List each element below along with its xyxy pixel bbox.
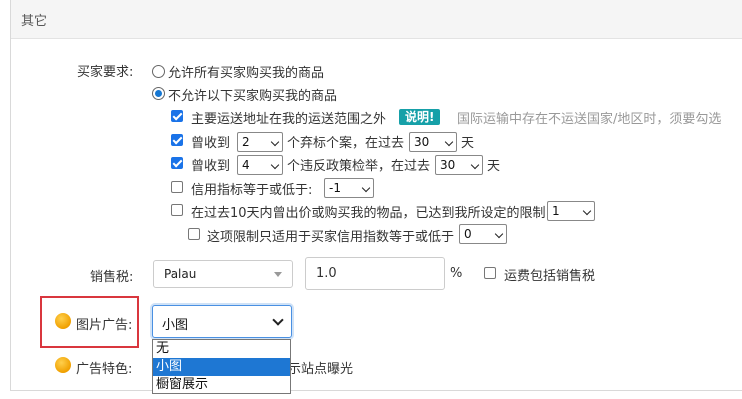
checkbox-policy-violations[interactable] — [171, 157, 183, 169]
sales-tax-label: 销售税: — [90, 270, 134, 285]
unpaid-strikes-mid: 个弃标个案，在过去 — [287, 136, 405, 151]
policy-violations-count-select[interactable]: 4 — [237, 155, 283, 175]
checkbox-credit-score[interactable] — [171, 181, 183, 193]
explain-text: 国际运输中存在不运送国家/地区时，须要勾选 — [457, 112, 722, 127]
unpaid-strikes-count-select[interactable]: 2 — [237, 132, 283, 152]
dropdown-option-small[interactable]: 小图 — [153, 358, 290, 376]
policy-violations-mid: 个违反政策检举，在过去 — [287, 159, 431, 174]
chevron-down-icon — [582, 206, 592, 216]
percent-sign: % — [450, 266, 463, 281]
chevron-down-icon — [270, 160, 280, 170]
ad-feature-label: 广告特色: — [76, 362, 133, 377]
chevron-down-icon — [494, 229, 504, 239]
picture-ad-label: 图片广告: — [76, 318, 133, 333]
caret-down-icon — [274, 272, 282, 277]
chevron-down-icon — [470, 160, 480, 170]
chevron-down-icon — [270, 137, 280, 147]
sales-tax-rate-value: 1.0 — [316, 266, 337, 281]
shipping-outside-label: 主要运送地址在我的运送范围之外 — [191, 112, 387, 127]
sales-tax-rate-input[interactable]: 1.0 — [305, 257, 445, 290]
only-apply-label: 这项限制只适用于买家信用指数等于或低于 — [207, 230, 455, 245]
ad-feature-partial-text: 示站点曝光 — [288, 362, 354, 377]
section-title: 其它 — [21, 14, 48, 29]
orange-dot-icon — [55, 357, 71, 373]
picture-ad-dropdown-list: 无 小图 橱窗展示 — [152, 339, 291, 394]
policy-violations-days-value: 30 — [440, 158, 456, 172]
unpaid-strikes-prefix: 曾收到 — [191, 136, 231, 151]
policy-violations-suffix: 天 — [487, 159, 501, 174]
buyer-requirements-label: 买家要求: — [77, 65, 134, 80]
only-apply-select[interactable]: 0 — [459, 224, 507, 244]
picture-ad-select[interactable]: 小图 — [152, 305, 292, 338]
unpaid-strikes-count-value: 2 — [242, 135, 250, 149]
bid-limit-label: 在过去10天内曾出价或购买我的物品，已达到我所设定的限制 — [191, 206, 546, 221]
credit-score-select[interactable]: -1 — [324, 178, 374, 198]
radio-restrict[interactable] — [152, 87, 165, 100]
checkbox-shipping-outside[interactable] — [171, 110, 183, 122]
explain-badge[interactable]: 说明! — [399, 109, 441, 125]
dropdown-option-gallery[interactable]: 橱窗展示 — [153, 376, 290, 394]
chevron-down-icon — [272, 314, 284, 326]
credit-score-value: -1 — [329, 181, 341, 195]
shipping-includes-tax-label: 运费包括销售税 — [504, 269, 596, 284]
unpaid-strikes-days-select[interactable]: 30 — [409, 132, 457, 152]
checkbox-shipping-includes-tax[interactable] — [484, 267, 496, 279]
unpaid-strikes-suffix: 天 — [461, 136, 475, 151]
chevron-down-icon — [444, 137, 454, 147]
checkbox-only-apply-credit[interactable] — [188, 228, 200, 240]
bid-limit-value: 1 — [552, 204, 560, 218]
policy-violations-count-value: 4 — [242, 158, 250, 172]
panel-header: 其它 — [11, 0, 742, 39]
checkbox-unpaid-strikes[interactable] — [171, 134, 183, 146]
unpaid-strikes-days-value: 30 — [414, 135, 430, 149]
chevron-down-icon — [361, 183, 371, 193]
orange-dot-icon — [55, 313, 71, 329]
policy-violations-days-select[interactable]: 30 — [435, 155, 483, 175]
radio-allow-all[interactable] — [152, 65, 165, 78]
bid-limit-select[interactable]: 1 — [547, 201, 595, 221]
radio-restrict-label: 不允许以下买家购买我的商品 — [168, 89, 338, 104]
credit-score-label: 信用指标等于或低于: — [191, 183, 313, 198]
only-apply-value: 0 — [464, 227, 472, 241]
picture-ad-selected-value: 小图 — [162, 318, 189, 333]
sales-tax-region-value: Palau — [164, 267, 197, 281]
checkbox-bid-limit[interactable] — [171, 204, 183, 216]
sales-tax-region-select[interactable]: Palau — [153, 260, 293, 288]
policy-violations-prefix: 曾收到 — [191, 159, 231, 174]
dropdown-option-none[interactable]: 无 — [153, 340, 290, 358]
radio-allow-all-label: 允许所有买家购买我的商品 — [168, 66, 325, 81]
